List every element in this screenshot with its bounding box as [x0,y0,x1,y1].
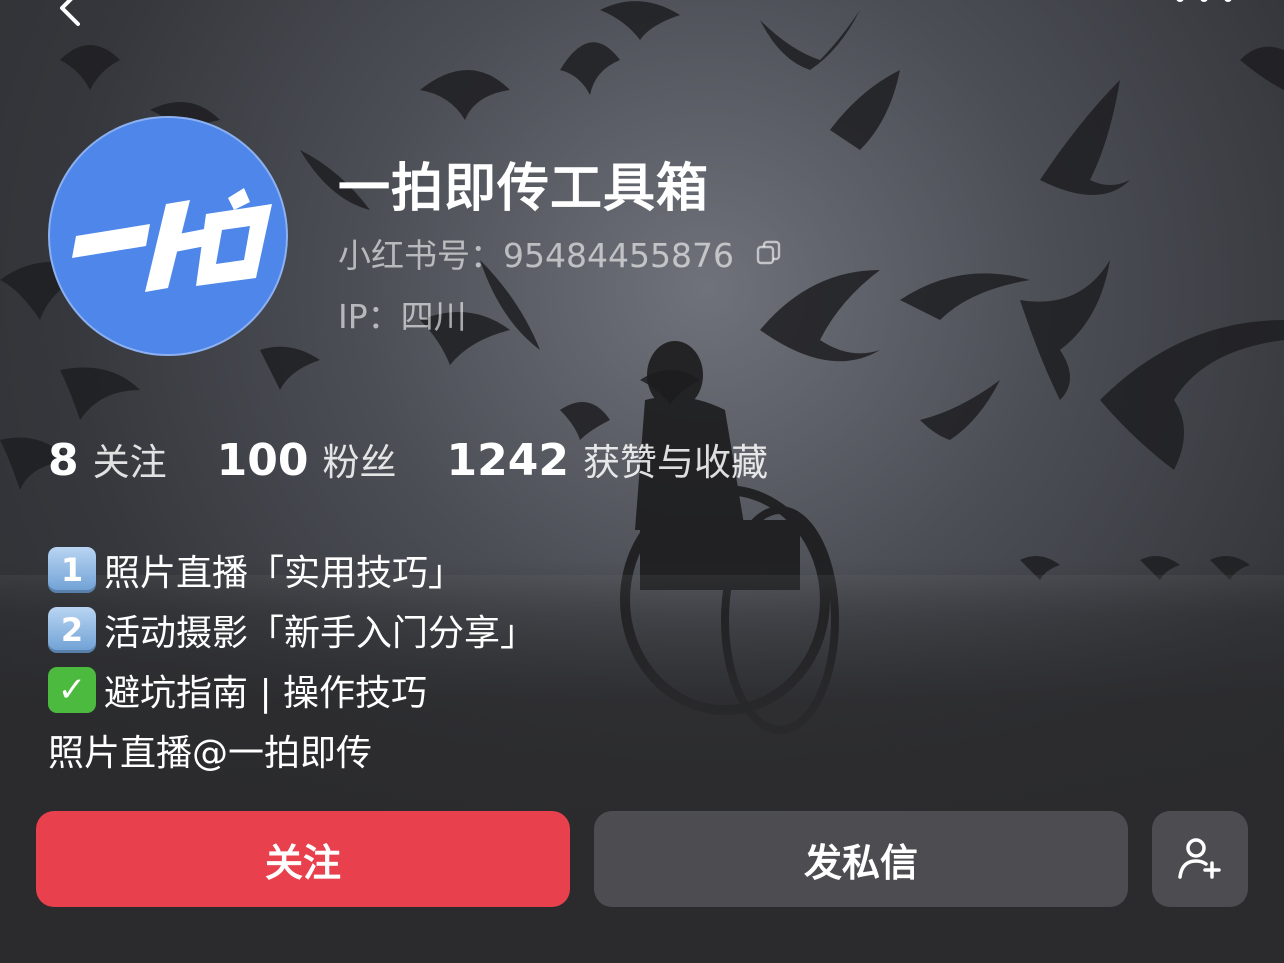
stat-likes[interactable]: 1242 获赞与收藏 [446,432,767,486]
bio-line-4-text: 照片直播@一拍即传 [48,733,373,774]
profile-ip: IP：四川 [338,297,467,336]
more-dots-icon[interactable] [1172,0,1236,12]
profile-id-row: 小红书号：95484455876 [338,229,782,277]
profile-stats: 8 关注 100 粉丝 1242 获赞与收藏 [48,432,818,486]
profile-id: 小红书号：95484455876 [338,236,734,275]
bio-line-1-text: 照片直播「实用技巧」 [104,553,465,594]
send-message-button[interactable]: 发私信 [594,811,1128,907]
bio-line-1: 1 照片直播「实用技巧」 [48,540,536,600]
stat-following-number: 8 [48,435,79,486]
add-user-icon [1178,838,1221,879]
stat-followers-label: 粉丝 [322,441,397,484]
profile-bio: 1 照片直播「实用技巧」 2 活动摄影「新手入门分享」 ✓ 避坑指南 | 操作技… [48,540,536,780]
bio-line-2-text: 活动摄影「新手入门分享」 [104,613,537,654]
follow-button-label: 关注 [264,840,341,885]
profile-name: 一拍即传工具箱 [338,159,710,219]
send-message-button-label: 发私信 [803,840,918,885]
stat-following-label: 关注 [92,441,167,484]
follow-button[interactable]: 关注 [36,811,570,907]
bio-line-3-text: 避坑指南 | 操作技巧 [104,673,428,714]
keycap-one-icon: 1 [48,547,96,593]
stat-followers-number: 100 [216,435,309,486]
bio-line-3: ✓ 避坑指南 | 操作技巧 [48,660,536,720]
stat-following[interactable]: 8 关注 [48,432,167,486]
avatar[interactable] [48,116,288,356]
add-friend-button[interactable] [1152,811,1248,907]
stat-likes-label: 获赞与收藏 [582,441,768,484]
stat-likes-number: 1242 [446,435,569,486]
bio-line-4: 照片直播@一拍即传 [48,720,536,780]
keycap-two-icon: 2 [48,607,96,653]
check-mark-icon: ✓ [48,667,96,713]
chevron-left-icon[interactable] [50,0,90,28]
avatar-logo-icon [72,188,272,292]
bio-line-2: 2 活动摄影「新手入门分享」 [48,600,536,660]
copy-icon[interactable] [756,240,782,266]
stat-followers[interactable]: 100 粉丝 [217,432,397,486]
